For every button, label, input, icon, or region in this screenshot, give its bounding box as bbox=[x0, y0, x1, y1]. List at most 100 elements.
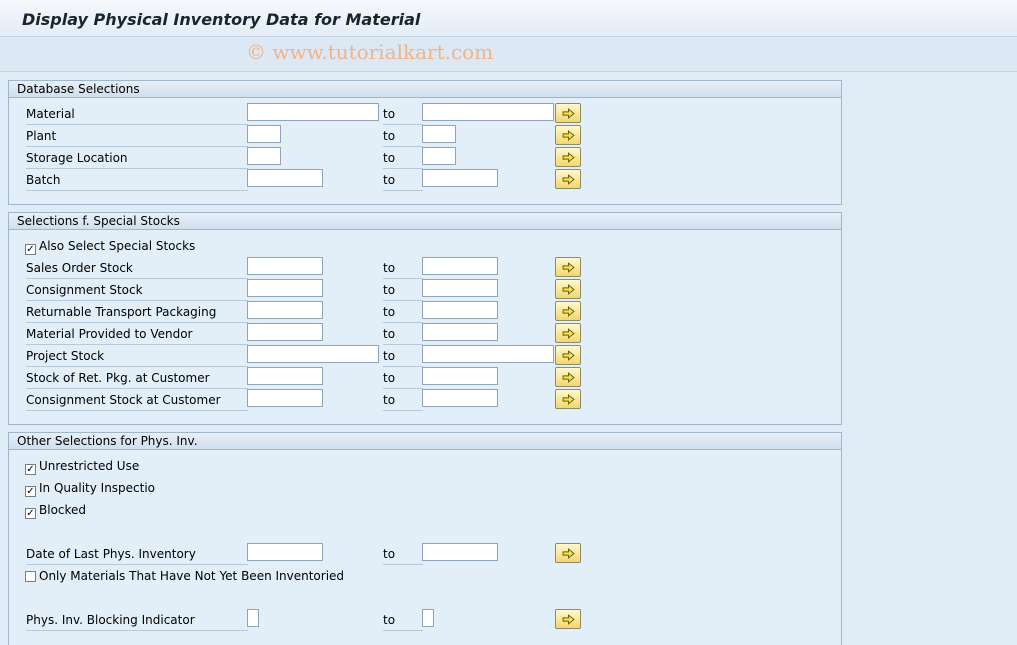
storage-location-to-input[interactable] bbox=[422, 147, 456, 165]
multiple-selection-button[interactable] bbox=[555, 301, 581, 321]
special-stocks-group: Selections f. Special Stocks ✓ Also Selec… bbox=[8, 212, 842, 425]
blocking-indicator-from-input[interactable] bbox=[247, 609, 259, 627]
checkbox-label: Only Materials That Have Not Yet Been In… bbox=[39, 569, 345, 583]
multiple-selection-button[interactable] bbox=[555, 257, 581, 277]
checkbox-label: In Quality Inspectio bbox=[39, 481, 156, 495]
date-from-input[interactable] bbox=[247, 543, 323, 561]
checkbox-unchecked-icon[interactable] bbox=[25, 571, 36, 582]
unrestricted-use-row: ✓ Unrestricted Use bbox=[9, 455, 841, 477]
arrow-right-icon bbox=[562, 130, 575, 141]
arrow-right-icon bbox=[562, 306, 575, 317]
material-to-input[interactable] bbox=[422, 103, 554, 121]
material-from-input[interactable] bbox=[247, 103, 379, 121]
consignment-customer-from-input[interactable] bbox=[247, 389, 323, 407]
database-selections-group: Database Selections Material to Plant to… bbox=[8, 80, 842, 205]
quality-inspection-checkbox[interactable]: ✓ In Quality Inspectio bbox=[25, 480, 156, 497]
date-to-input[interactable] bbox=[422, 543, 498, 561]
to-label: to bbox=[383, 260, 423, 279]
also-select-row: ✓ Also Select Special Stocks bbox=[9, 235, 841, 257]
consignment-customer-to-input[interactable] bbox=[422, 389, 498, 407]
project-stock-to-input[interactable] bbox=[422, 345, 554, 363]
blocking-indicator-to-input[interactable] bbox=[422, 609, 434, 627]
field-label: Batch bbox=[26, 172, 248, 191]
multiple-selection-button[interactable] bbox=[555, 345, 581, 365]
watermark: © www.tutorialkart.com bbox=[246, 40, 494, 64]
field-label: Consignment Stock bbox=[26, 282, 248, 301]
quality-inspection-row: ✓ In Quality Inspectio bbox=[9, 477, 841, 499]
to-label: to bbox=[383, 106, 423, 125]
multiple-selection-button[interactable] bbox=[555, 389, 581, 409]
field-label: Storage Location bbox=[26, 150, 248, 169]
plant-to-input[interactable] bbox=[422, 125, 456, 143]
batch-from-input[interactable] bbox=[247, 169, 323, 187]
checkbox-checked-icon[interactable]: ✓ bbox=[25, 464, 36, 475]
arrow-right-icon bbox=[562, 548, 575, 559]
arrow-right-icon bbox=[562, 108, 575, 119]
field-label: Phys. Inv. Blocking Indicator bbox=[26, 612, 248, 631]
to-label: to bbox=[383, 370, 423, 389]
field-label: Consignment Stock at Customer bbox=[26, 392, 248, 411]
plant-row: Plant to bbox=[9, 125, 841, 147]
ret-pkg-customer-from-input[interactable] bbox=[247, 367, 323, 385]
consignment-stock-from-input[interactable] bbox=[247, 279, 323, 297]
material-provided-from-input[interactable] bbox=[247, 323, 323, 341]
blocking-indicator-row: Phys. Inv. Blocking Indicator to bbox=[9, 609, 841, 631]
arrow-right-icon bbox=[562, 152, 575, 163]
arrow-right-icon bbox=[562, 372, 575, 383]
checkbox-checked-icon[interactable]: ✓ bbox=[25, 508, 36, 519]
arrow-right-icon bbox=[562, 284, 575, 295]
to-label: to bbox=[383, 172, 423, 191]
returnable-packaging-to-input[interactable] bbox=[422, 301, 498, 319]
other-selections-group: Other Selections for Phys. Inv. ✓ Unrestr… bbox=[8, 432, 842, 645]
field-label: Stock of Ret. Pkg. at Customer bbox=[26, 370, 248, 389]
unrestricted-use-checkbox[interactable]: ✓ Unrestricted Use bbox=[25, 458, 140, 475]
multiple-selection-button[interactable] bbox=[555, 103, 581, 123]
consignment-stock-row: Consignment Stock to bbox=[9, 279, 841, 301]
plant-from-input[interactable] bbox=[247, 125, 281, 143]
batch-to-input[interactable] bbox=[422, 169, 498, 187]
blocked-checkbox[interactable]: ✓ Blocked bbox=[25, 502, 86, 519]
sales-order-stock-from-input[interactable] bbox=[247, 257, 323, 275]
multiple-selection-button[interactable] bbox=[555, 367, 581, 387]
material-row: Material to bbox=[9, 103, 841, 125]
multiple-selection-button[interactable] bbox=[555, 125, 581, 145]
date-last-phys-inventory-row: Date of Last Phys. Inventory to bbox=[9, 543, 841, 565]
also-select-special-stocks-checkbox[interactable]: ✓ Also Select Special Stocks bbox=[25, 238, 195, 255]
multiple-selection-button[interactable] bbox=[555, 279, 581, 299]
group-header: Database Selections bbox=[9, 81, 841, 98]
group-header: Other Selections for Phys. Inv. bbox=[9, 433, 841, 450]
arrow-right-icon bbox=[562, 328, 575, 339]
arrow-right-icon bbox=[562, 614, 575, 625]
storage-location-row: Storage Location to bbox=[9, 147, 841, 169]
project-stock-row: Project Stock to bbox=[9, 345, 841, 367]
multiple-selection-button[interactable] bbox=[555, 323, 581, 343]
to-label: to bbox=[383, 348, 423, 367]
multiple-selection-button[interactable] bbox=[555, 169, 581, 189]
checkbox-checked-icon[interactable]: ✓ bbox=[25, 486, 36, 497]
multiple-selection-button[interactable] bbox=[555, 609, 581, 629]
storage-location-from-input[interactable] bbox=[247, 147, 281, 165]
field-label: Material Provided to Vendor bbox=[26, 326, 248, 345]
sales-order-stock-to-input[interactable] bbox=[422, 257, 498, 275]
group-header: Selections f. Special Stocks bbox=[9, 213, 841, 230]
not-inventoried-checkbox[interactable]: Only Materials That Have Not Yet Been In… bbox=[25, 568, 344, 584]
project-stock-from-input[interactable] bbox=[247, 345, 379, 363]
field-label: Returnable Transport Packaging bbox=[26, 304, 248, 323]
multiple-selection-button[interactable] bbox=[555, 543, 581, 563]
field-label: Date of Last Phys. Inventory bbox=[26, 546, 248, 565]
not-inventoried-row: Only Materials That Have Not Yet Been In… bbox=[9, 565, 841, 587]
arrow-right-icon bbox=[562, 350, 575, 361]
material-provided-to-vendor-row: Material Provided to Vendor to bbox=[9, 323, 841, 345]
checkbox-label: Unrestricted Use bbox=[39, 459, 140, 473]
application-toolbar bbox=[0, 37, 1017, 72]
material-provided-to-input[interactable] bbox=[422, 323, 498, 341]
to-label: to bbox=[383, 546, 423, 565]
multiple-selection-button[interactable] bbox=[555, 147, 581, 167]
ret-pkg-customer-to-input[interactable] bbox=[422, 367, 498, 385]
field-label: Material bbox=[26, 106, 248, 125]
returnable-packaging-from-input[interactable] bbox=[247, 301, 323, 319]
consignment-stock-to-input[interactable] bbox=[422, 279, 498, 297]
field-label: Plant bbox=[26, 128, 248, 147]
arrow-right-icon bbox=[562, 174, 575, 185]
checkbox-checked-icon[interactable]: ✓ bbox=[25, 244, 36, 255]
